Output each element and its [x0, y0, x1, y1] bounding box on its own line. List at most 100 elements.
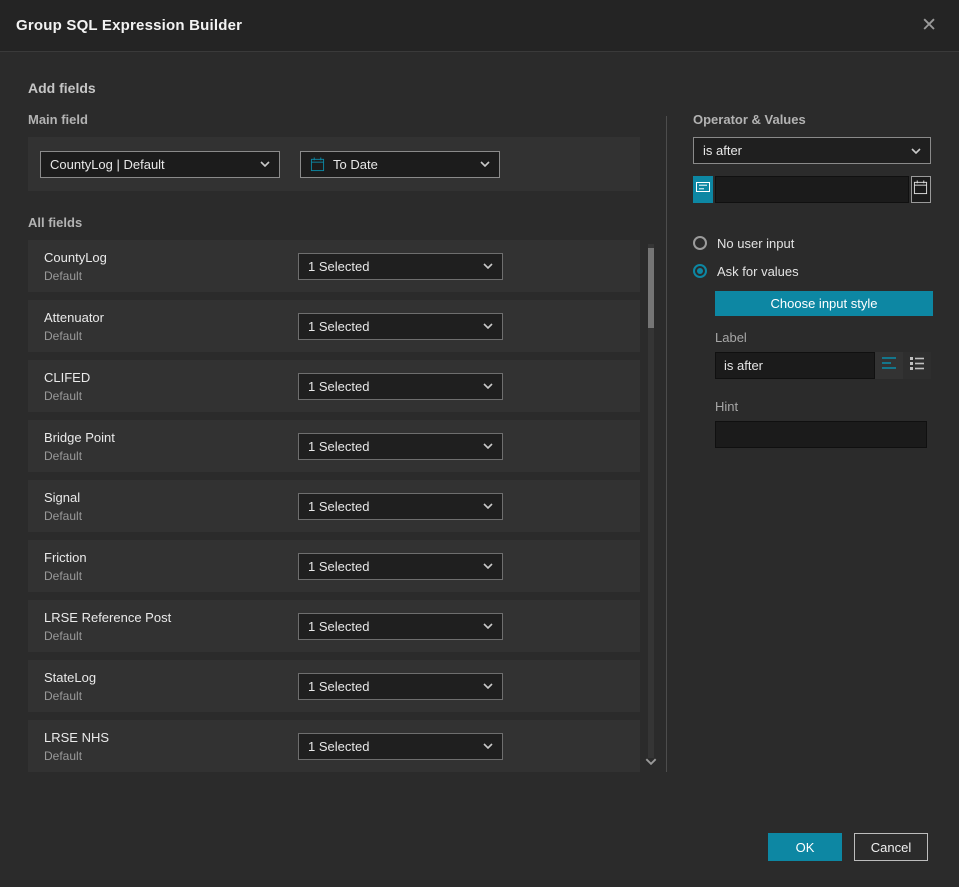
field-info: Attenuator Default	[44, 310, 298, 343]
field-name: LRSE Reference Post	[44, 609, 172, 625]
field-selection-value: 1 Selected	[308, 618, 370, 634]
field-row: CLIFED Default 1 Selected	[28, 360, 640, 412]
chevron-down-icon	[483, 263, 493, 269]
operator-values-heading: Operator & Values	[693, 112, 806, 127]
chevron-down-icon	[483, 383, 493, 389]
field-info: Signal Default	[44, 490, 298, 523]
choose-input-style-button[interactable]: Choose input style	[715, 291, 933, 316]
field-row: Bridge Point Default 1 Selected	[28, 420, 640, 472]
dialog-title: Group SQL Expression Builder	[16, 17, 243, 34]
field-selection-value: 1 Selected	[308, 438, 370, 454]
main-field-strip: CountyLog | Default To Date	[28, 137, 640, 191]
field-subtitle: Default	[44, 508, 83, 523]
fields-column: Main field CountyLog | Default To Date A…	[28, 112, 657, 772]
list-icon	[909, 355, 925, 376]
group-sql-expression-builder-dialog: Group SQL Expression Builder ✕ Add field…	[0, 0, 959, 887]
radio-selected-icon	[693, 264, 707, 278]
field-subtitle: Default	[44, 688, 83, 703]
field-info: CLIFED Default	[44, 370, 298, 403]
calendar-picker-button[interactable]	[910, 176, 931, 203]
scroll-down-icon[interactable]	[645, 752, 657, 770]
main-field-layer-dropdown[interactable]: CountyLog | Default	[40, 150, 280, 178]
chevron-down-icon	[483, 503, 493, 509]
field-subtitle: Default	[44, 388, 83, 403]
field-row: Signal Default 1 Selected	[28, 480, 640, 532]
chevron-down-icon	[483, 743, 493, 749]
scrollbar[interactable]	[645, 244, 657, 765]
radio-ask-for-values[interactable]: Ask for values	[693, 257, 931, 285]
field-info: Bridge Point Default	[44, 430, 298, 463]
field-selection-dropdown[interactable]: 1 Selected	[298, 252, 503, 280]
field-selection-value: 1 Selected	[308, 498, 370, 514]
chevron-down-icon	[483, 623, 493, 629]
radio-ask-for-values-label: Ask for values	[717, 263, 799, 279]
field-info: LRSE Reference Post Default	[44, 610, 298, 643]
field-name: CountyLog	[44, 249, 107, 265]
field-info: StateLog Default	[44, 670, 298, 703]
label-input-group	[715, 352, 931, 379]
field-selection-dropdown[interactable]: 1 Selected	[298, 372, 503, 400]
field-selection-dropdown[interactable]: 1 Selected	[298, 552, 503, 580]
field-selection-dropdown[interactable]: 1 Selected	[298, 612, 503, 640]
chevron-down-icon	[483, 563, 493, 569]
operator-value: is after	[703, 143, 743, 158]
field-selection-value: 1 Selected	[308, 318, 370, 334]
field-selection-dropdown[interactable]: 1 Selected	[298, 312, 503, 340]
field-name: LRSE NHS	[44, 729, 110, 745]
main-field-label: Main field	[28, 112, 88, 127]
dialog-body: Add fields Main field CountyLog | Defaul…	[0, 80, 959, 772]
all-fields-label: All fields	[28, 215, 83, 230]
main-field-layer-value: CountyLog | Default	[50, 156, 165, 172]
field-subtitle: Default	[44, 328, 83, 343]
chevron-down-icon	[260, 161, 270, 167]
close-icon[interactable]: ✕	[915, 12, 943, 39]
field-name: StateLog	[44, 669, 97, 685]
field-selection-value: 1 Selected	[308, 378, 370, 394]
field-row: Attenuator Default 1 Selected	[28, 300, 640, 352]
label-input[interactable]	[715, 352, 875, 379]
field-type-icon-button[interactable]	[693, 176, 713, 203]
radio-no-user-input-label: No user input	[717, 235, 795, 251]
column-divider	[666, 116, 667, 772]
hint-caption: Hint	[715, 399, 739, 414]
add-fields-heading: Add fields	[28, 80, 96, 96]
scrollbar-thumb[interactable]	[648, 248, 654, 328]
field-info: LRSE NHS Default	[44, 730, 298, 763]
field-selection-value: 1 Selected	[308, 678, 370, 694]
field-row: StateLog Default 1 Selected	[28, 660, 640, 712]
align-left-style-button[interactable]	[875, 352, 903, 379]
chevron-down-icon	[483, 443, 493, 449]
calendar-icon	[913, 179, 928, 200]
field-name: Friction	[44, 549, 87, 565]
chevron-down-icon	[483, 683, 493, 689]
field-selection-dropdown[interactable]: 1 Selected	[298, 672, 503, 700]
cancel-button[interactable]: Cancel	[854, 833, 928, 861]
list-style-button[interactable]	[903, 352, 931, 379]
field-name: CLIFED	[44, 369, 91, 385]
hint-input[interactable]	[715, 421, 927, 448]
label-caption: Label	[715, 330, 747, 345]
field-subtitle: Default	[44, 628, 83, 643]
field-selection-value: 1 Selected	[308, 738, 370, 754]
field-selection-dropdown[interactable]: 1 Selected	[298, 432, 503, 460]
value-row	[693, 176, 931, 203]
operator-dropdown[interactable]: is after	[693, 137, 931, 164]
ok-button[interactable]: OK	[768, 833, 842, 861]
field-row: Friction Default 1 Selected	[28, 540, 640, 592]
radio-no-user-input[interactable]: No user input	[693, 229, 931, 257]
field-name: Bridge Point	[44, 429, 115, 445]
field-selection-dropdown[interactable]: 1 Selected	[298, 492, 503, 520]
field-subtitle: Default	[44, 568, 83, 583]
field-name: Attenuator	[44, 309, 104, 325]
operator-values-panel: Operator & Values is after No user input…	[693, 112, 933, 772]
field-selection-value: 1 Selected	[308, 258, 370, 274]
calendar-icon	[310, 156, 325, 172]
field-info: CountyLog Default	[44, 250, 298, 283]
field-selection-dropdown[interactable]: 1 Selected	[298, 732, 503, 760]
field-row: CountyLog Default 1 Selected	[28, 240, 640, 292]
main-field-date-dropdown[interactable]: To Date	[300, 150, 500, 178]
align-left-icon	[881, 355, 897, 376]
field-type-icon	[695, 179, 711, 200]
chevron-down-icon	[483, 323, 493, 329]
date-value-input[interactable]	[714, 176, 909, 203]
